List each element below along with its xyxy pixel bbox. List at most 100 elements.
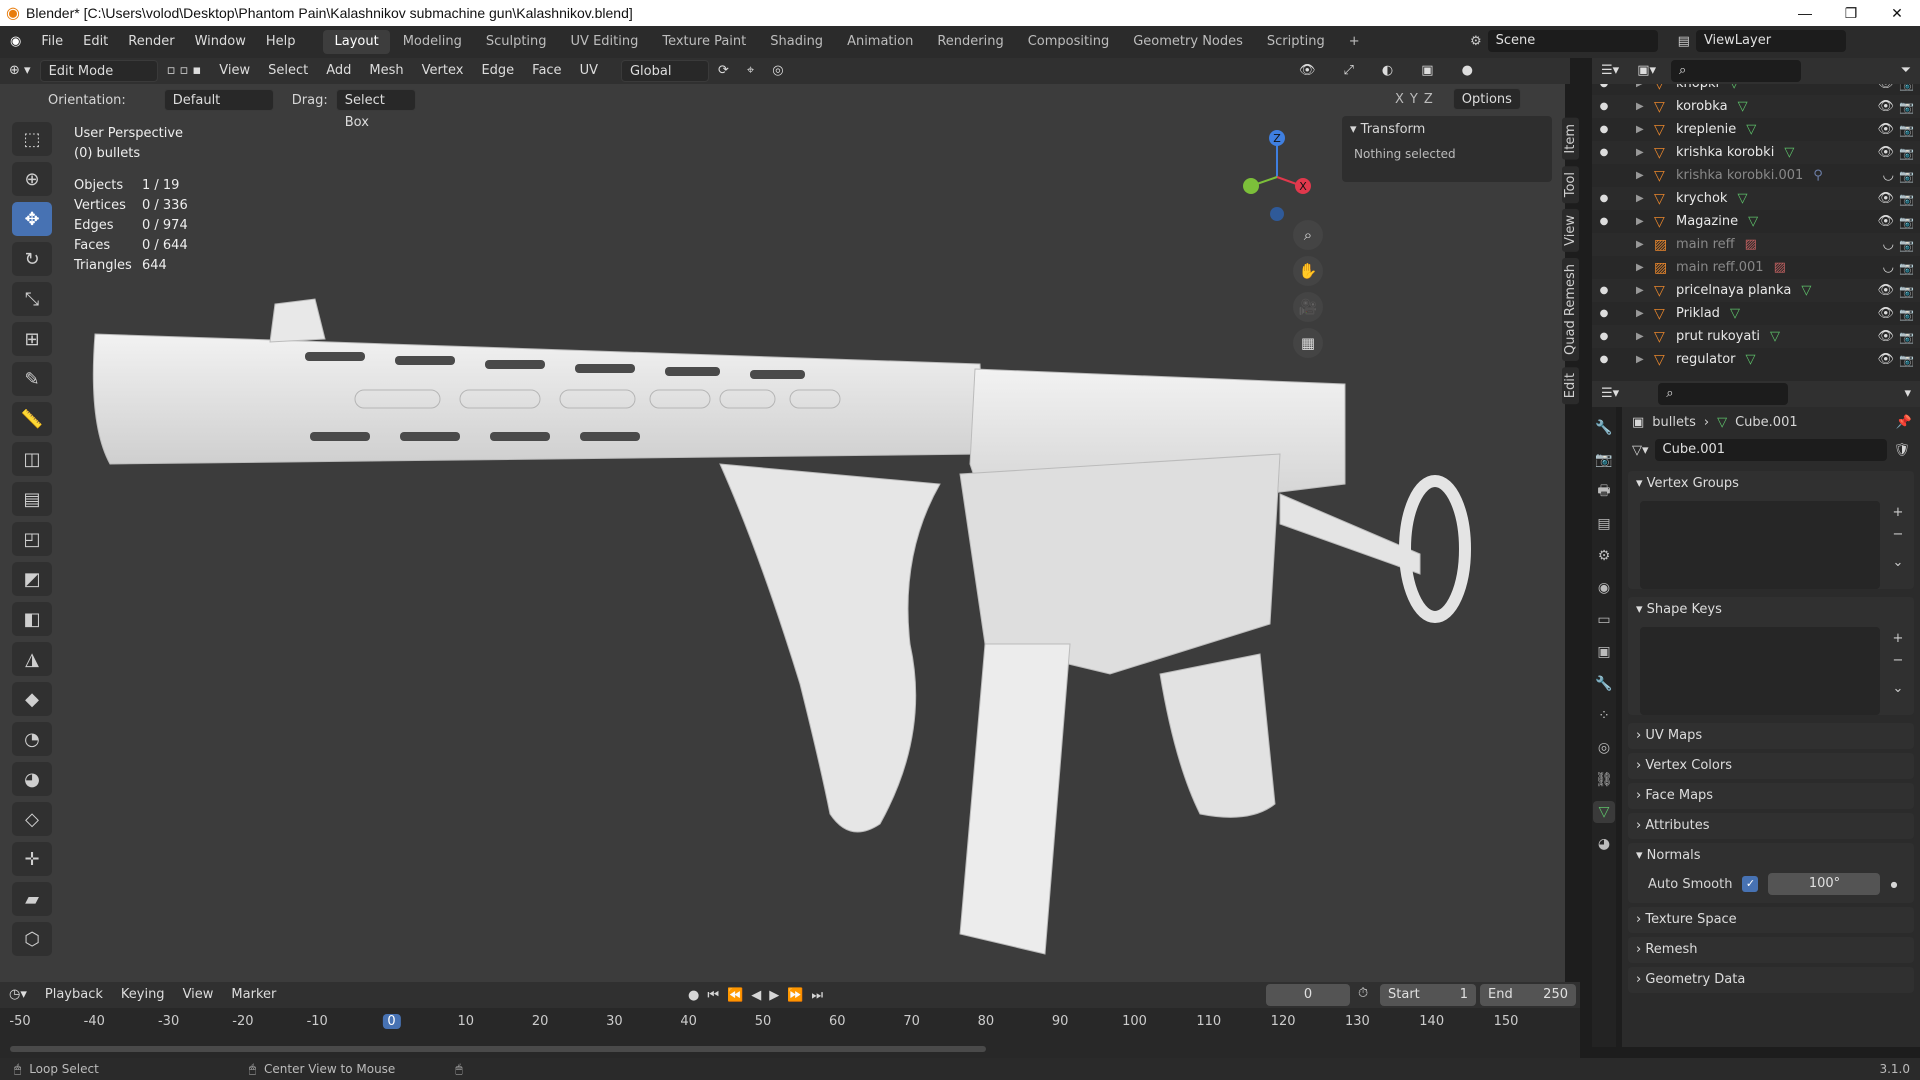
texture-space-header[interactable]: › Texture Space [1628, 907, 1914, 933]
eye-icon[interactable]: 👁 [1877, 122, 1894, 137]
render-tab-icon[interactable]: 📷 [1593, 449, 1615, 471]
menu-edge[interactable]: Edge [472, 58, 523, 84]
bevel-tool-icon[interactable]: ◩ [12, 562, 52, 596]
eye-icon[interactable]: 👁 [1877, 145, 1894, 160]
menu-marker[interactable]: Marker [222, 982, 285, 1008]
smooth-tool-icon[interactable]: ◕ [12, 762, 52, 796]
tab-layout[interactable]: Layout [323, 30, 390, 54]
tab-compositing[interactable]: Compositing [1017, 30, 1121, 54]
material-tab-icon[interactable]: ◕ [1593, 833, 1615, 855]
properties-search-input[interactable]: ⌕ [1658, 383, 1789, 405]
physics-tab-icon[interactable]: ◎ [1593, 737, 1615, 759]
jump-end-icon[interactable]: ⏭ [811, 988, 823, 1003]
output-tab-icon[interactable]: 🖶 [1593, 481, 1615, 503]
prev-keyframe-icon[interactable]: ⏪ [727, 988, 743, 1003]
camera-icon[interactable]: 📷 [1899, 261, 1914, 275]
chevron-down-icon[interactable]: ⌄ [1888, 553, 1908, 573]
add-cube-tool-icon[interactable]: ◫ [12, 442, 52, 476]
tab-geometry-nodes[interactable]: Geometry Nodes [1122, 30, 1254, 54]
camera-icon[interactable]: 📷 [1899, 192, 1914, 206]
menu-help[interactable]: Help [256, 26, 306, 58]
attributes-header[interactable]: › Attributes [1628, 813, 1914, 839]
tab-item[interactable]: Item [1562, 118, 1579, 160]
shrink-fatten-tool-icon[interactable]: ✛ [12, 842, 52, 876]
annotate-tool-icon[interactable]: ✎ [12, 362, 52, 396]
scene-selector[interactable]: Scene [1487, 30, 1658, 52]
end-frame-field[interactable]: End 250 [1480, 984, 1576, 1006]
snap-icon[interactable]: ⌖ [738, 58, 763, 84]
tab-animation[interactable]: Animation [836, 30, 924, 54]
extrude-tool-icon[interactable]: ▤ [12, 482, 52, 516]
rotate-tool-icon[interactable]: ↻ [12, 242, 52, 276]
scene-icon[interactable]: ⚙ [1470, 34, 1482, 49]
eye-hidden-icon[interactable]: ◡ [1883, 237, 1894, 252]
navigation-gizmo[interactable]: Z X [1235, 122, 1325, 232]
add-workspace-button[interactable]: + [1338, 30, 1371, 54]
menu-playback[interactable]: Playback [36, 982, 112, 1008]
eye-icon[interactable]: 👁 [1877, 191, 1894, 206]
menu-render[interactable]: Render [118, 26, 184, 58]
tab-texture-paint[interactable]: Texture Paint [651, 30, 757, 54]
cursor-tool-icon[interactable]: ⊕ [12, 162, 52, 196]
transform-header[interactable]: ▾ Transform [1342, 116, 1552, 143]
measure-tool-icon[interactable]: 📏 [12, 402, 52, 436]
visibility-icon[interactable]: 👁 [1290, 58, 1325, 84]
outliner-row[interactable]: ● ▶ ▽ regulator ▽ 👁 📷 [1592, 348, 1920, 371]
tab-sculpting[interactable]: Sculpting [475, 30, 558, 54]
outliner-row[interactable]: ▶ ▽ krishka korobki.001 ⚲ ◡ 📷 [1592, 164, 1920, 187]
menu-edit[interactable]: Edit [73, 26, 118, 58]
eye-icon[interactable]: 👁 [1877, 283, 1894, 298]
inset-tool-icon[interactable]: ◰ [12, 522, 52, 556]
menu-vertex[interactable]: Vertex [413, 58, 473, 84]
scale-tool-icon[interactable]: ⤡ [12, 282, 52, 316]
camera-icon[interactable]: 📷 [1899, 123, 1914, 137]
viewlayer-selector[interactable]: ViewLayer [1695, 30, 1846, 52]
transform-orientation[interactable]: Global [620, 60, 709, 82]
timeline-editor-icon[interactable]: ◷▾ [0, 982, 36, 1008]
menu-file[interactable]: File [31, 26, 73, 58]
outliner-row[interactable]: ▶ ▨ main reff ▨ ◡ 📷 [1592, 233, 1920, 256]
eye-hidden-icon[interactable]: ◡ [1883, 260, 1894, 275]
menu-face[interactable]: Face [523, 58, 570, 84]
menu-keying[interactable]: Keying [112, 982, 174, 1008]
spin-tool-icon[interactable]: ◔ [12, 722, 52, 756]
vertex-groups-list[interactable]: + − ⌄ [1640, 501, 1903, 589]
edge-slide-tool-icon[interactable]: ◇ [12, 802, 52, 836]
camera-icon[interactable]: 📷 [1899, 169, 1914, 183]
modifier-tab-icon[interactable]: 🔧 [1593, 673, 1615, 695]
view-layer-tab-icon[interactable]: ▤ [1593, 513, 1615, 535]
move-tool-icon[interactable]: ✥ [12, 202, 52, 236]
outliner-row[interactable]: ▶ ▨ main reff.001 ▨ ◡ 📷 [1592, 256, 1920, 279]
timeline-area[interactable]: -50 -40 -30 -20 -10 0 10 20 30 40 50 60 70 80 90 100 110… [0, 1008, 1580, 1058]
drag-select[interactable]: Select Box [335, 89, 416, 130]
chevron-down-icon[interactable]: ⌄ [1888, 679, 1908, 699]
camera-icon[interactable]: 📷 [1899, 330, 1914, 344]
outliner-row[interactable]: ● ▶ ▽ kreplenie ▽ 👁 📷 [1592, 118, 1920, 141]
scene-tab-icon[interactable]: ⚙ [1593, 545, 1615, 567]
pivot-icon[interactable]: ⟳ [709, 58, 738, 84]
axis-x-toggle[interactable]: X [1395, 92, 1404, 107]
viewlayer-icon[interactable]: ▤ [1678, 34, 1690, 49]
vertex-groups-header[interactable]: ▾ Vertex Groups [1628, 471, 1914, 497]
face-maps-header[interactable]: › Face Maps [1628, 783, 1914, 809]
outliner-editor-icon[interactable]: ☰▾ [1592, 58, 1628, 84]
add-icon[interactable]: + [1888, 629, 1908, 649]
auto-smooth-checkbox[interactable]: ✓ [1742, 876, 1759, 892]
camera-icon[interactable]: 📷 [1899, 100, 1914, 114]
outliner-row[interactable]: ● ▶ ▽ pricelnaya planka ▽ 👁 📷 [1592, 279, 1920, 302]
outliner-row[interactable]: ● ▶ ▽ prut rukoyati ▽ 👁 📷 [1592, 325, 1920, 348]
jump-start-icon[interactable]: ⏮ [707, 988, 719, 1003]
auto-smooth-angle-field[interactable]: 100° [1768, 873, 1881, 895]
camera-icon[interactable]: 📷 [1899, 353, 1914, 367]
outliner-row[interactable]: ● ▶ ▽ Magazine ▽ 👁 📷 [1592, 210, 1920, 233]
vertex-colors-header[interactable]: › Vertex Colors [1628, 753, 1914, 779]
clock-icon[interactable]: ⏱ [1358, 986, 1368, 1001]
keyframe-dot-icon[interactable]: ● [1890, 880, 1897, 889]
outliner-search-input[interactable]: ⌕ [1671, 60, 1801, 82]
zoom-icon[interactable]: ⌕ [1293, 220, 1323, 250]
camera-view-icon[interactable]: 🎥 [1293, 292, 1323, 322]
play-icon[interactable]: ▶ [769, 988, 779, 1003]
camera-icon[interactable]: 📷 [1899, 238, 1914, 252]
xray-icon[interactable]: ▣ [1412, 58, 1442, 84]
overlay-toggle-icon[interactable]: ◐ [1373, 58, 1402, 84]
